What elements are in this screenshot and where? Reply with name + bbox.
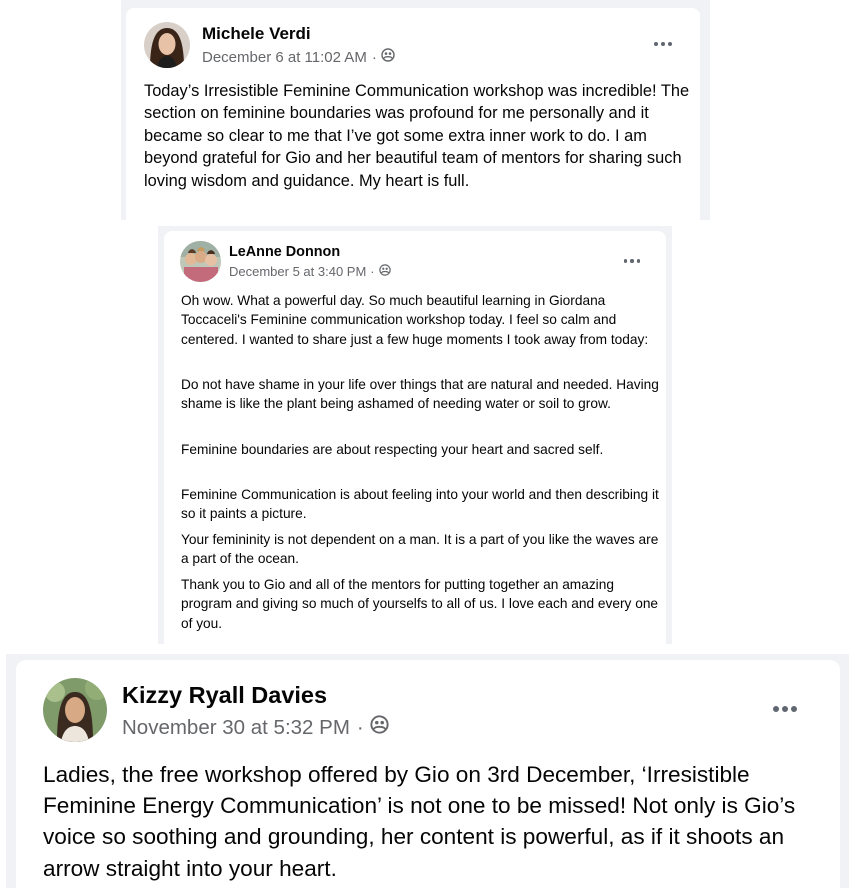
post-paragraph: Thank you to Gio and all of the mentors … — [181, 577, 659, 631]
avatar[interactable] — [180, 241, 221, 282]
meta-separator: · — [371, 48, 377, 66]
post-card: Michele Verdi December 6 at 11:02 AM · T… — [126, 8, 700, 220]
post-meta: December 6 at 11:02 AM · — [202, 48, 395, 66]
post-meta: November 30 at 5:32 PM · — [122, 715, 389, 740]
post-timestamp[interactable]: December 6 at 11:02 AM — [202, 49, 367, 66]
post-timestamp[interactable]: November 30 at 5:32 PM — [122, 716, 350, 740]
friends-icon[interactable] — [370, 715, 389, 740]
friends-icon[interactable] — [378, 264, 391, 279]
avatar[interactable] — [144, 22, 190, 68]
more-options-icon[interactable] — [773, 706, 797, 712]
post-paragraph: Your femininity is not dependent on a ma… — [181, 532, 659, 567]
post-paragraph: Feminine boundaries are about respecting… — [181, 442, 604, 457]
avatar[interactable] — [43, 678, 107, 742]
post-paragraph: Feminine Communication is about feeling … — [181, 487, 659, 522]
more-options-icon[interactable] — [654, 42, 672, 46]
post-paragraph: Oh wow. What a powerful day. So much bea… — [181, 293, 649, 347]
post-card: LeAnne Donnon December 5 at 3:40 PM · Oh… — [164, 231, 666, 644]
author-name[interactable]: Michele Verdi — [202, 24, 311, 44]
post-timestamp[interactable]: December 5 at 3:40 PM — [229, 264, 366, 279]
author-name[interactable]: Kizzy Ryall Davies — [122, 682, 327, 709]
post-text: Today’s Irresistible Feminine Communicat… — [144, 82, 690, 190]
post-paragraph: Do not have shame in your life over thin… — [181, 377, 659, 412]
meta-separator: · — [356, 715, 364, 739]
author-name[interactable]: LeAnne Donnon — [229, 244, 340, 260]
post-text: Ladies, the free workshop offered by Gio… — [43, 762, 796, 881]
post-meta: December 5 at 3:40 PM · — [229, 264, 391, 279]
more-options-icon[interactable] — [623, 259, 640, 263]
post-card: Kizzy Ryall Davies November 30 at 5:32 P… — [16, 660, 840, 888]
meta-separator: · — [370, 264, 375, 279]
friends-icon[interactable] — [381, 48, 395, 66]
